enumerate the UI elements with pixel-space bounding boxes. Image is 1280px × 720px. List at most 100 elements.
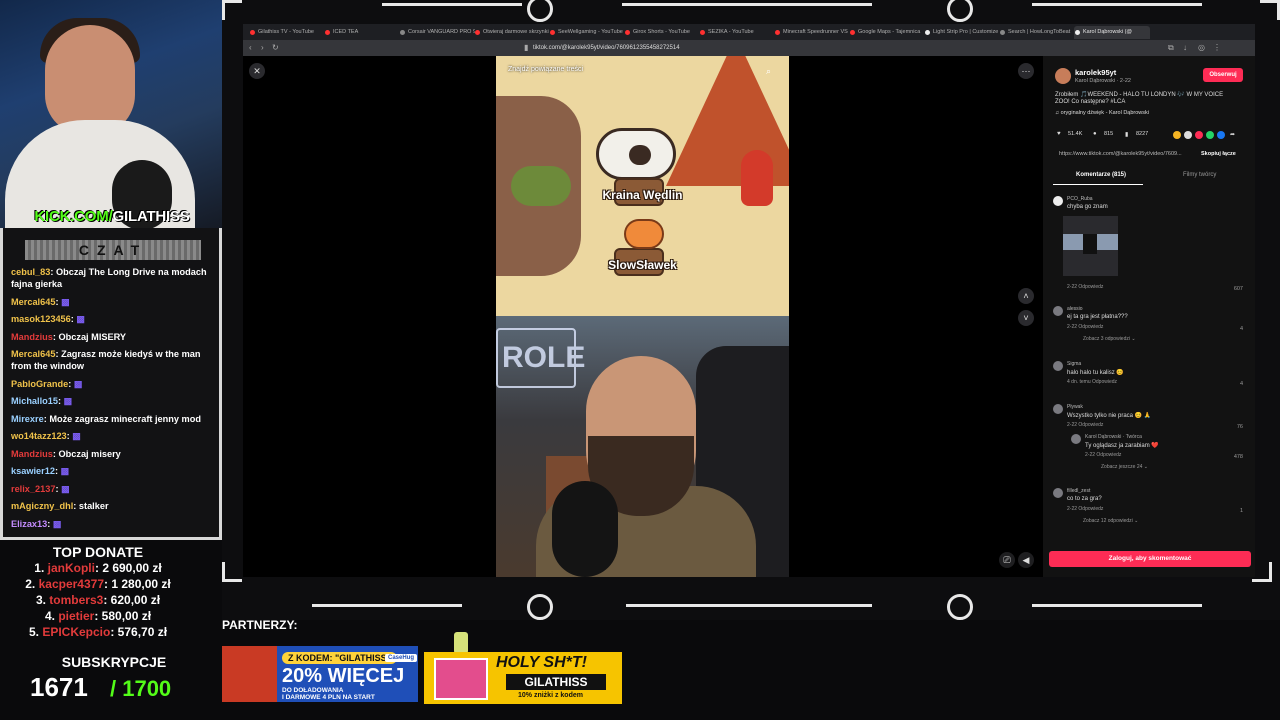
comment-user[interactable]: PCO_Ruba [1067,196,1093,202]
comment-meta[interactable]: 4 dn. temu Odpowiedz [1067,379,1117,385]
comment-likes[interactable]: 607 [1234,286,1243,292]
chat-username[interactable]: wo14tazz123 [11,431,67,441]
browser-tab[interactable]: Girox Shorts - YouTube [624,26,700,39]
comment-more[interactable]: Zobacz jeszcze 24 ⌄ [1101,464,1148,470]
video-player[interactable]: Kraina Wędlin SlowSławek Znajdź powiązan… [496,56,789,577]
video-link[interactable]: https://www.tiktok.com/@karolek95yt/vide… [1059,151,1182,157]
comment-avatar[interactable] [1053,488,1063,498]
sound-link[interactable]: ♫ oryginalny dźwięk - Karol Dąbrowski [1055,110,1149,116]
save-icon[interactable]: ▮ [1125,131,1128,138]
back-icon[interactable]: ‹ [249,43,252,53]
volume-icon[interactable]: ◀ [1018,552,1034,568]
extensions-icon[interactable]: ⧉ [1168,43,1174,53]
forward-icon[interactable]: › [261,43,264,53]
more-options-icon[interactable]: ⋯ [1018,63,1034,79]
share-embed-icon[interactable] [1173,131,1181,139]
kick-channel-banner: KICK.COM/GILATHISS [0,208,224,228]
comment-meta[interactable]: 2-22 Odpowiedz [1067,422,1103,428]
next-video-icon[interactable]: ˅ [1018,310,1034,326]
tab-creator-videos[interactable]: Filmy twórcy [1183,172,1216,178]
comment-avatar[interactable] [1053,361,1063,371]
chat-username[interactable]: relix_2137 [11,484,55,494]
comment-icon[interactable]: ● [1093,131,1097,137]
share-whatsapp-icon[interactable] [1206,131,1214,139]
previous-video-icon[interactable]: ˄ [1018,288,1034,304]
comment-avatar[interactable] [1053,404,1063,414]
comment-meta[interactable]: 2-22 Odpowiedz [1067,324,1103,330]
bookmark-icon[interactable]: ▮ [524,43,528,53]
share-more-icon[interactable]: ➦ [1230,131,1235,138]
share-facebook-icon[interactable] [1217,131,1225,139]
reload-icon[interactable]: ↻ [272,43,279,53]
browser-tab[interactable]: Google Maps - Tajemnica [849,26,925,39]
chat-message: PabloGrande: ▩ [11,378,83,389]
author-avatar[interactable] [1055,68,1071,84]
copy-link-button[interactable]: Skopiuj łącze [1201,151,1236,157]
browser-tab[interactable]: Karol Dąbrowski (@ [1074,26,1150,39]
comment-more[interactable]: Zobacz 3 odpowiedzi ⌄ [1083,336,1136,342]
chat-username[interactable]: Elizax13 [11,519,47,529]
label-cow: Kraina Wędlin [602,188,683,202]
comment-user[interactable]: alessio [1067,306,1083,312]
chat-username[interactable]: Mercal645 [11,349,55,359]
comment-avatar[interactable] [1053,306,1063,316]
comment-likes[interactable]: 4 [1240,381,1243,387]
comment-meta[interactable]: 2-22 Odpowiedz [1067,284,1103,290]
comment-likes[interactable]: 4 [1240,326,1243,332]
comment-more[interactable]: Zobacz 12 odpowiedzi ⌄ [1083,518,1138,524]
comment-meta[interactable]: 2-22 Odpowiedz [1085,452,1121,458]
comment-user[interactable]: filledl_zest [1067,488,1090,494]
fullscreen-icon[interactable]: ⎚ [999,552,1015,568]
frame-line [622,3,872,6]
kick-name: GILATHISS [112,208,190,225]
browser-tab[interactable]: Minecraft Speedrunner VS [774,26,850,39]
search-icon[interactable]: ⌕ [766,66,771,77]
downloads-icon[interactable]: ↓ [1183,43,1187,53]
comment-likes[interactable]: 1 [1240,508,1243,514]
comment-likes[interactable]: 76 [1237,424,1243,430]
browser-tab[interactable]: Corsair VANGUARD PRO 96 [399,26,475,39]
chat-username[interactable]: ksawier12 [11,466,55,476]
chat-username[interactable]: Mandzius [11,332,53,342]
chat-username[interactable]: Michallo15 [11,396,58,406]
chat-username[interactable]: Mirexre [11,414,44,424]
browser-tab[interactable]: Gilathiss TV - YouTube [249,26,325,39]
comment-avatar[interactable] [1071,434,1081,444]
comment-meta[interactable]: 2-22 Odpowiedz [1067,506,1103,512]
close-icon[interactable]: ✕ [249,63,265,79]
chat-username[interactable]: Mercal645 [11,297,55,307]
comment-user[interactable]: Karol Dąbrowski · Twórca [1085,434,1142,440]
tab-comments[interactable]: Komentarze (815) [1076,172,1126,178]
comment-avatar[interactable] [1053,196,1063,206]
follow-button[interactable]: Obserwuj [1203,68,1243,82]
chat-username[interactable]: Mandzius [11,449,53,459]
chat-message: cebul_83: Obczaj The Long Drive na modac… [11,267,207,289]
like-icon[interactable]: ♥ [1057,131,1061,137]
url-field[interactable]: tiktok.com/@karolek95yt/video/7609612355… [533,43,873,53]
login-to-comment-button[interactable]: Zaloguj, aby skomentować [1049,551,1251,567]
author-handle[interactable]: karolek95yt [1075,68,1116,77]
comment-user[interactable]: Sigma [1067,361,1081,367]
menu-icon[interactable]: ⋮ [1213,43,1221,53]
share-repost-icon[interactable] [1195,131,1203,139]
browser-tab[interactable]: Search | HowLongToBeat [999,26,1075,39]
browser-tab[interactable]: ICED TEA [324,26,400,39]
chat-username[interactable]: cebul_83 [11,267,50,277]
chat-message: mAgiczny_dhl: stalker [11,501,109,511]
chat-username[interactable]: masok123456 [11,314,71,324]
browser-tab[interactable]: SEZIKA - YouTube [699,26,775,39]
browser-tab[interactable]: Light Strip Pro | Customize [924,26,1000,39]
emote-icon: ▩ [60,466,70,476]
chat-username[interactable]: mAgiczny_dhl [11,501,73,511]
chat-username[interactable]: PabloGrande [11,379,68,389]
comment-image[interactable] [1063,216,1118,276]
frame-logo-icon [527,0,553,22]
browser-tab[interactable]: Otwieraj darmowe skrzynki [474,26,550,39]
related-content-link[interactable]: Znajdź powiązane treści [508,66,583,73]
comment-user[interactable]: Pływak [1067,404,1083,410]
comment-likes[interactable]: 478 [1234,454,1243,460]
share-friends-icon[interactable] [1184,131,1192,139]
profile-icon[interactable]: ◎ [1198,43,1205,53]
tab-bar: Gilathiss TV - YouTube ICED TEA Corsair VA… [243,24,1255,40]
browser-tab[interactable]: SeeWellgaming - YouTube [549,26,625,39]
